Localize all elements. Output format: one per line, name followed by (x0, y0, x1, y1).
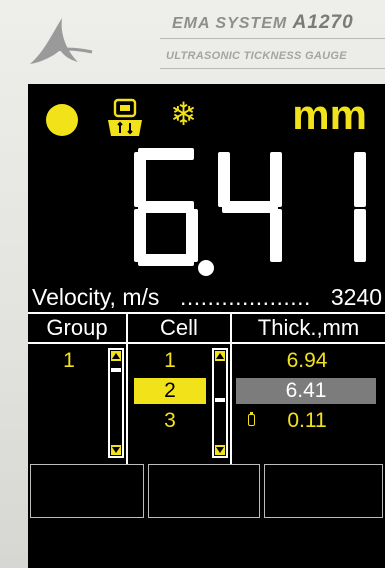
digit-segment (134, 209, 146, 262)
snowflake-icon: ❄ (170, 95, 197, 133)
status-dot-icon (46, 104, 78, 136)
brand-name: EMA SYSTEM (172, 15, 288, 32)
scroll-thumb[interactable] (111, 368, 121, 372)
probe-contact-icon (108, 98, 142, 136)
digit-segment (354, 209, 366, 262)
group-value: 1 (63, 349, 75, 372)
thick-value: 0.11 (287, 409, 327, 432)
scroll-up-icon[interactable] (215, 351, 225, 361)
lcd-screen: ❄ mm Velocity, m/s .....................… (28, 84, 385, 568)
digit-segment (138, 254, 194, 266)
velocity-leader-dots: ........................................… (180, 284, 312, 310)
digit-segment (138, 148, 194, 160)
brand-subtitle: ULTRASONIC TICKNESS GAUGE (166, 50, 347, 62)
thick-value-selected: 6.41 (236, 378, 376, 404)
model-number: A1270 (292, 12, 354, 33)
cell-value[interactable]: 1 (156, 348, 184, 374)
soft-key-1[interactable] (30, 464, 144, 518)
group-scrollbar[interactable] (108, 348, 124, 458)
decimal-point (198, 260, 214, 276)
brand-title: EMA SYSTEM A1270 (172, 12, 354, 34)
gauge-device: EMA SYSTEM A1270 ULTRASONIC TICKNESS GAU… (0, 0, 385, 568)
header-divider (28, 342, 385, 344)
digit-segment (354, 152, 366, 207)
results-table: Group Cell Thick.,mm 1 1 2 3 6.94 6.41 0… (28, 314, 385, 464)
velocity-row: Velocity, m/s ..........................… (32, 282, 382, 312)
thick-header: Thick.,mm (257, 315, 360, 340)
header-rule-top (160, 38, 385, 39)
col-divider-2-body (230, 342, 232, 464)
digit-segment (138, 201, 194, 213)
device-header: EMA SYSTEM A1270 ULTRASONIC TICKNESS GAU… (0, 0, 385, 80)
col-divider-1-body (126, 342, 128, 464)
scroll-down-icon[interactable] (215, 445, 225, 455)
digit-segment (218, 152, 230, 207)
ema-logo-icon (30, 18, 93, 64)
units-label: mm (292, 91, 367, 138)
seven-segment-digits (134, 148, 366, 276)
cell-header: Cell (160, 315, 198, 340)
digit-segment (270, 152, 282, 207)
col-divider-1 (126, 314, 128, 344)
velocity-value: 3240 (330, 284, 382, 310)
cell-value[interactable]: 3 (156, 408, 184, 434)
indicator-row: ❄ mm (28, 84, 385, 154)
velocity-label: Velocity, m/s (32, 284, 160, 310)
scroll-down-icon[interactable] (111, 445, 121, 455)
digit-segment (270, 209, 282, 262)
soft-key-3[interactable] (264, 464, 383, 518)
cell-value-selected[interactable]: 2 (134, 378, 206, 404)
thickness-readout (134, 148, 366, 276)
thick-value: 6.94 (286, 349, 328, 372)
cell-scrollbar[interactable] (212, 348, 228, 458)
soft-key-row (28, 464, 385, 518)
scroll-thumb[interactable] (215, 398, 225, 402)
digit-segment (222, 201, 278, 213)
digit-segment (134, 152, 146, 207)
group-header: Group (46, 315, 108, 340)
soft-key-2[interactable] (148, 464, 260, 518)
scroll-up-icon[interactable] (111, 351, 121, 361)
header-rule-bottom (160, 68, 385, 69)
col-divider-2 (230, 314, 232, 344)
